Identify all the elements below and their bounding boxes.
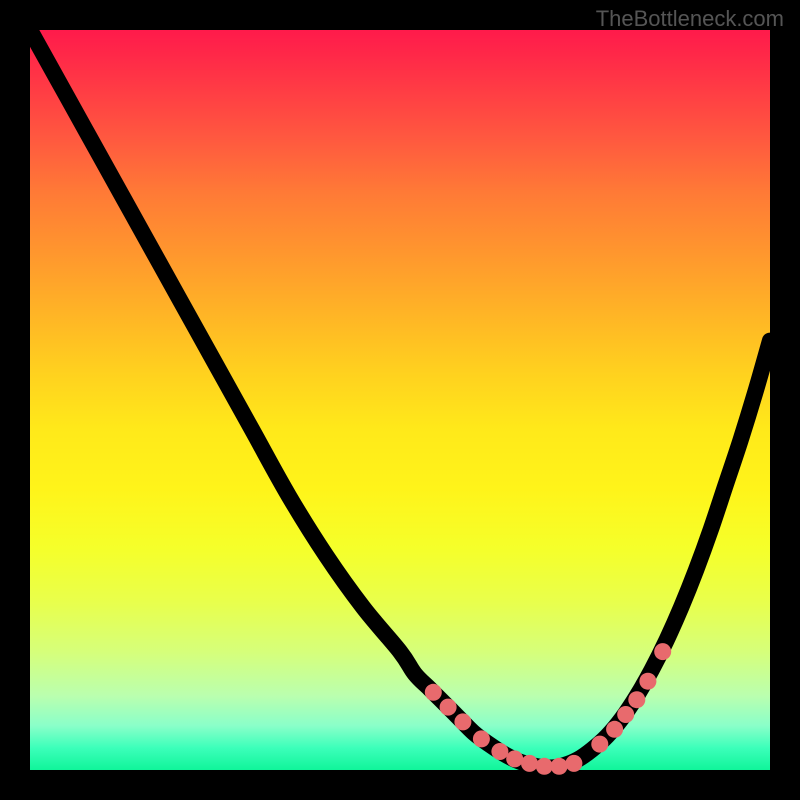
curve-marker bbox=[565, 755, 582, 772]
chart-svg bbox=[30, 30, 770, 770]
curve-marker bbox=[654, 643, 671, 660]
curve-marker bbox=[521, 755, 538, 772]
curve-marker bbox=[491, 743, 508, 760]
curve-marker bbox=[551, 758, 568, 775]
curve-marker bbox=[617, 706, 634, 723]
curve-marker bbox=[506, 750, 523, 767]
curve-marker bbox=[606, 721, 623, 738]
curve-marker bbox=[639, 673, 656, 690]
curve-marker bbox=[536, 758, 553, 775]
curve-marker bbox=[425, 684, 442, 701]
attribution-text: TheBottleneck.com bbox=[596, 6, 784, 32]
curve-marker bbox=[454, 713, 471, 730]
curve-marker bbox=[440, 699, 457, 716]
curve-marker bbox=[591, 736, 608, 753]
curve-marker bbox=[628, 691, 645, 708]
curve-marker bbox=[473, 730, 490, 747]
